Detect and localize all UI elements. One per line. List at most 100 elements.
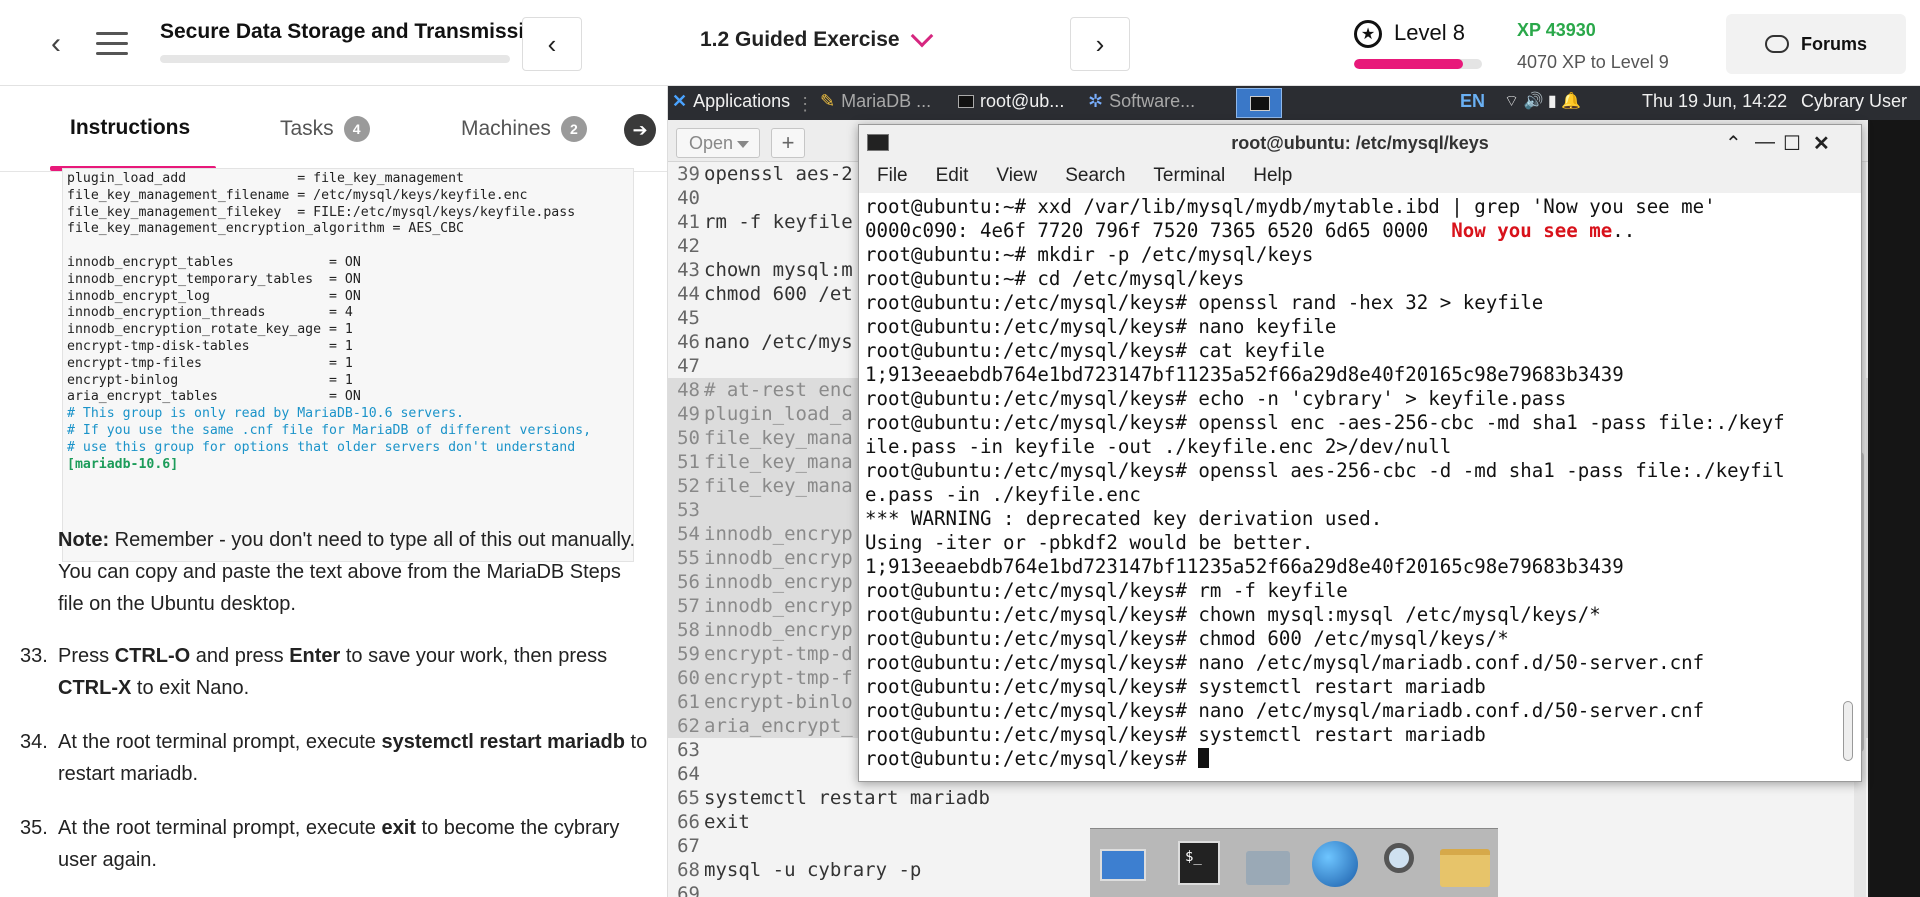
terminal-line: root@ubuntu:/etc/mysql/keys# nano /etc/m…	[865, 699, 1839, 723]
editor-line-number: 45	[677, 307, 700, 329]
search-icon[interactable]	[1376, 837, 1430, 891]
minimize-icon[interactable]: —	[1755, 131, 1775, 154]
editor-line-number: 67	[677, 835, 700, 857]
code-line: innodb_encryption_rotate_key_age = 1	[67, 322, 353, 338]
step-text: Press CTRL-O and press Enter to save you…	[58, 640, 650, 704]
editor-line-number: 42	[677, 235, 700, 257]
terminal-line: root@ubuntu:/etc/mysql/keys# rm -f keyfi…	[865, 579, 1839, 603]
chevron-down-icon	[910, 24, 933, 48]
terminal-line-text: root@ubuntu:/etc/mysql/keys# cat keyfile	[865, 339, 1325, 362]
editor-line-number: 50	[677, 427, 700, 449]
applications-menu[interactable]: ✕ Applications ⋮	[672, 91, 814, 114]
taskbar-window-software[interactable]: ✲ Software...	[1088, 91, 1195, 112]
home-folder-icon[interactable]	[1240, 837, 1294, 891]
arrow-right-icon[interactable]: ➔	[624, 114, 656, 146]
editor-line-number: 64	[677, 763, 700, 785]
terminal-menu-file[interactable]: File	[877, 165, 908, 193]
instruction-step: 35. At the root terminal prompt, execute …	[20, 812, 650, 876]
editor-line-number: 57	[677, 595, 700, 617]
lesson-selector[interactable]: 1.2 Guided Exercise	[700, 24, 933, 52]
editor-line-number: 49	[677, 403, 700, 425]
keyboard-layout[interactable]: EN	[1460, 91, 1485, 112]
code-line: [mariadb-10.6]	[67, 456, 179, 472]
terminal-menu-search[interactable]: Search	[1065, 165, 1125, 193]
chevron-up-icon[interactable]: ⌃	[1725, 131, 1742, 156]
step-text: At the root terminal prompt, execute exi…	[58, 812, 650, 876]
editor-line-text: encrypt-tmp-f	[704, 667, 853, 689]
editor-line-number: 56	[677, 571, 700, 593]
taskbar-software-label: Software...	[1109, 91, 1196, 111]
tab-instructions[interactable]: Instructions	[70, 116, 190, 140]
editor-line-text: chmod 600 /et	[704, 283, 853, 305]
terminal-menu-terminal[interactable]: Terminal	[1153, 165, 1225, 193]
editor-line-number: 51	[677, 451, 700, 473]
terminal-title: root@ubuntu: /etc/mysql/keys	[1231, 133, 1489, 153]
terminal-menu-view[interactable]: View	[996, 165, 1037, 193]
close-icon[interactable]: ✕	[1813, 131, 1830, 156]
terminal-titlebar[interactable]: root@ubuntu: /etc/mysql/keys ⌃ — ☐ ✕	[859, 125, 1861, 161]
terminal-line-tail: ..	[1612, 219, 1636, 242]
show-desktop-icon[interactable]	[1096, 837, 1150, 891]
terminal-window[interactable]: root@ubuntu: /etc/mysql/keys ⌃ — ☐ ✕ Fil…	[858, 124, 1862, 782]
previous-lesson-button[interactable]: ‹	[522, 17, 582, 71]
editor-line-number: 62	[677, 715, 700, 737]
editor-line-text: file_key_mana	[704, 427, 853, 449]
tab-tasks[interactable]: Tasks 4	[280, 116, 370, 142]
taskbar-window-terminal[interactable]: root@ub...	[958, 91, 1064, 112]
editor-line-number: 65	[677, 787, 700, 809]
editor-line-number: 61	[677, 691, 700, 713]
editor-line-number: 54	[677, 523, 700, 545]
menu-icon[interactable]	[92, 24, 132, 64]
step-keyword: CTRL-X	[58, 677, 132, 699]
terminal-scrollbar-thumb[interactable]	[1843, 701, 1853, 761]
terminal-menu-help[interactable]: Help	[1253, 165, 1292, 193]
step-keyword: exit	[381, 817, 416, 839]
system-tray-icons[interactable]: ⌔ 🔊 ▮ 🔔	[1504, 91, 1581, 111]
tab-machines[interactable]: Machines 2	[461, 116, 587, 142]
course-progress-bar	[160, 55, 510, 63]
taskbar-root-label: root@ub...	[980, 91, 1065, 111]
terminal-line-text: root@ubuntu:/etc/mysql/keys# chown mysql…	[865, 603, 1601, 626]
web-browser-icon[interactable]	[1308, 837, 1362, 891]
xp-total: XP 43930	[1517, 20, 1596, 40]
applications-label: Applications	[693, 91, 791, 111]
new-document-button[interactable]: +	[771, 128, 805, 158]
remote-desktop[interactable]: ✕ Applications ⋮ ✎ MariaDB ... root@ub... ✲…	[668, 86, 1920, 897]
terminal-launcher-icon[interactable]: $_	[1172, 837, 1226, 891]
tab-instructions-label: Instructions	[70, 116, 191, 139]
next-lesson-button[interactable]: ›	[1070, 17, 1130, 71]
terminal-line: root@ubuntu:~# mkdir -p /etc/mysql/keys	[865, 243, 1839, 267]
terminal-menu-edit[interactable]: Edit	[936, 165, 969, 193]
software-icon: ✲	[1088, 91, 1104, 111]
open-button[interactable]: Open	[676, 128, 760, 158]
editor-line-number: 47	[677, 355, 700, 377]
file-manager-icon[interactable]	[1436, 837, 1490, 891]
code-line: # This group is only read by MariaDB-10.…	[67, 406, 464, 422]
user-menu[interactable]: Cybrary User	[1801, 91, 1907, 112]
editor-line-text: encrypt-binlo	[704, 691, 853, 713]
terminal-line-text: root@ubuntu:/etc/mysql/keys# systemctl r…	[865, 675, 1486, 698]
clock[interactable]: Thu 19 Jun, 14:22	[1642, 91, 1787, 112]
terminal-line-text: root@ubuntu:/etc/mysql/keys# openssl enc…	[865, 411, 1785, 434]
forums-button[interactable]: Forums	[1726, 14, 1906, 74]
step-text-part: and press	[190, 645, 290, 667]
terminal-line: 1;913eeaebdb764e1bd723147bf11235a52f66a2…	[865, 555, 1839, 579]
note-paragraph: Note: Remember - you don't need to type …	[58, 524, 638, 620]
code-line: file_key_management_filename = /etc/mysq…	[67, 187, 528, 203]
instructions-panel: Instructions Tasks 4 Machines 2 ➔ plugin_l…	[0, 86, 668, 897]
workspace-indicator[interactable]	[1236, 88, 1282, 118]
back-button[interactable]: ‹	[38, 26, 74, 62]
step-number: 35.	[20, 817, 48, 839]
xp-to-next-level: 4070 XP to Level 9	[1517, 52, 1669, 72]
terminal-line-text: root@ubuntu:~# mkdir -p /etc/mysql/keys	[865, 243, 1314, 266]
maximize-icon[interactable]: ☐	[1783, 131, 1801, 156]
taskbar-window-mariadb[interactable]: ✎ MariaDB ...	[820, 91, 931, 112]
editor-line-number: 58	[677, 619, 700, 641]
terminal-line: root@ubuntu:/etc/mysql/keys# openssl aes…	[865, 459, 1839, 483]
terminal-small-icon	[958, 95, 974, 108]
terminal-output[interactable]: root@ubuntu:~# xxd /var/lib/mysql/mydb/m…	[865, 195, 1839, 779]
terminal-scrollbar[interactable]	[1841, 197, 1855, 777]
editor-line-number: 48	[677, 379, 700, 401]
editor-line-number: 63	[677, 739, 700, 761]
